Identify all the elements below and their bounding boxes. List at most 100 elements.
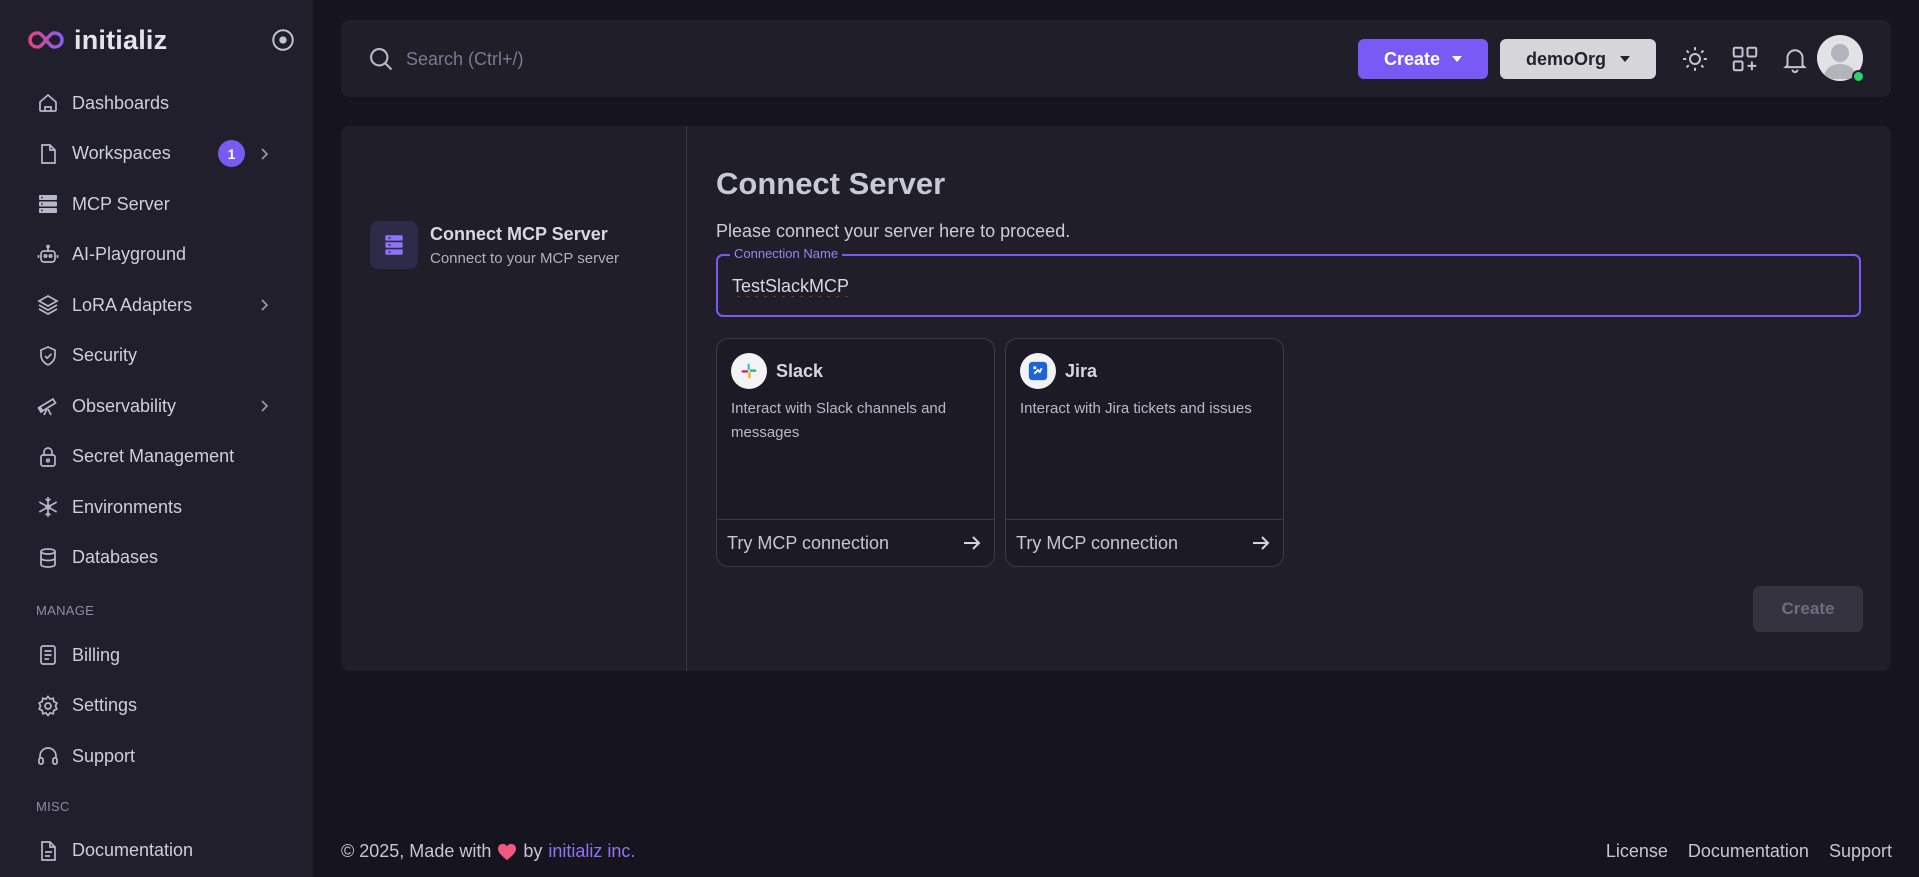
sidebar-item-databases[interactable]: Databases [0,533,313,584]
integration-description: Interact with Slack channels and message… [731,400,947,441]
home-icon [39,94,57,113]
sidebar-item-label: Environments [72,496,183,517]
receipt-icon [40,645,56,666]
integration-name: Jira [1065,360,1098,381]
integration-description: Interact with Jira tickets and issues [1020,400,1252,417]
step-subtitle: Connect to your MCP server [430,249,619,267]
connection-name-input[interactable] [732,273,1832,299]
sidebar-item-label: AI-Playground [72,244,187,265]
radio-circle-icon [272,29,294,51]
sidebar-item-label: Secret Management [72,446,235,467]
server-icon [385,235,403,255]
search-icon [370,48,393,71]
try-connection-label: Try MCP connection [727,532,890,553]
sidebar-item-workspaces[interactable]: Workspaces 1 [0,129,313,180]
sidebar-item-dashboards[interactable]: Dashboards [0,78,313,129]
org-name: demoOrg [1525,48,1606,69]
page-title: Connect Server [716,166,946,201]
brand[interactable]: initializ [28,22,167,58]
step-icon [370,221,418,269]
infinity-logo-icon [28,31,64,49]
collapse-sidebar-button[interactable] [270,27,296,53]
section-title-manage: MANAGE [36,602,95,618]
sidebar-item-ai-playground[interactable]: AI-Playground [0,230,313,281]
integration-card-jira[interactable]: Jira Interact with Jira tickets and issu… [1005,338,1284,567]
vertical-divider [686,126,687,671]
telescope-icon [37,398,57,416]
search-input[interactable] [406,42,906,76]
footer-link-support[interactable]: Support [1829,841,1892,862]
bell-icon[interactable] [1780,44,1810,74]
sidebar-item-label: Workspaces [72,143,171,164]
sidebar-item-label: Databases [72,547,159,568]
jira-icon [1020,353,1056,389]
robot-icon [37,244,59,263]
notification-badge: 1 [218,140,245,168]
snowflake-icon [38,497,58,518]
chevron-right-icon [261,400,269,412]
sidebar-item-mcp-server[interactable]: MCP Server [0,179,313,230]
sidebar-item-environments[interactable]: Environments [0,482,313,533]
org-switcher-button[interactable]: demoOrg [1500,39,1656,79]
try-connection-label: Try MCP connection [1016,532,1179,553]
sidebar-nav: Dashboards Workspaces 1 MCP Server AI-Pl… [0,78,313,876]
connect-server-card: Connect MCP Server Connect to your MCP s… [341,126,1891,671]
layers-icon [37,295,59,316]
sidebar-item-support[interactable]: Support [0,731,313,782]
copyright-text: © 2025, Made with [341,841,492,861]
page-subtitle: Please connect your server here to proce… [716,221,1071,241]
sidebar-item-label: Support [72,745,136,766]
create-connection-button[interactable]: Create [1753,586,1863,632]
company-link[interactable]: initializ inc. [548,841,635,862]
caret-down-icon [1452,56,1463,62]
by-text: by [523,841,543,861]
sidebar-item-label: Dashboards [72,92,170,113]
footer-links: License Documentation Support [1606,841,1892,862]
create-dropdown-button[interactable]: Create [1358,39,1488,79]
stepper-step-connect-mcp[interactable]: Connect MCP Server Connect to your MCP s… [370,221,619,269]
sidebar-item-security[interactable]: Security [0,331,313,382]
chevron-right-icon [261,299,269,311]
sidebar-item-secret-management[interactable]: Secret Management [0,432,313,483]
try-mcp-connection-jira[interactable]: Try MCP connection [1006,519,1283,566]
lock-icon [40,446,56,467]
sidebar-item-label: Settings [72,695,138,716]
footer-copyright: © 2025, Made with by initializ inc. [341,841,635,862]
brand-name: initializ [74,24,168,55]
gear-icon [38,694,58,717]
sidebar-item-label: Documentation [72,840,194,861]
sun-icon[interactable] [1680,44,1710,74]
database-icon [40,547,56,568]
sidebar: initializ Dashboards Workspaces 1 MCP Se… [0,0,313,877]
server-icon [39,195,57,214]
sidebar-item-documentation[interactable]: Documentation [0,826,313,877]
sidebar-item-label: MCP Server [72,193,170,214]
sidebar-item-lora-adapters[interactable]: LoRA Adapters [0,280,313,331]
sidebar-item-label: LoRA Adapters [72,294,193,315]
sidebar-item-billing[interactable]: Billing [0,630,313,681]
arrow-right-icon [1253,536,1270,550]
sidebar-item-label: Observability [72,395,177,416]
connection-name-label: Connection Name [730,246,843,261]
footer-link-documentation[interactable]: Documentation [1688,841,1809,862]
headphones-icon [38,747,58,766]
shield-icon [40,345,56,366]
sidebar-item-settings[interactable]: Settings [0,681,313,732]
sidebar-item-label: Security [72,345,138,366]
file-icon [41,143,56,164]
caret-down-icon [1620,56,1630,62]
integration-card-slack[interactable]: Slack Interact with Slack channels and m… [716,338,995,567]
section-title-misc: MISC [36,799,70,814]
sidebar-item-observability[interactable]: Observability [0,381,313,432]
top-bar: Create demoOrg [341,20,1891,97]
connection-name-field[interactable]: Connection Name [716,246,1861,317]
chevron-right-icon [261,148,269,160]
slack-icon [731,353,767,389]
integration-name: Slack [776,360,824,381]
try-mcp-connection-slack[interactable]: Try MCP connection [717,519,994,566]
create-button-label: Create [1383,48,1441,69]
document-icon [41,840,56,861]
arrow-right-icon [964,536,981,550]
footer-link-license[interactable]: License [1606,841,1668,862]
apps-add-icon[interactable] [1730,44,1760,74]
